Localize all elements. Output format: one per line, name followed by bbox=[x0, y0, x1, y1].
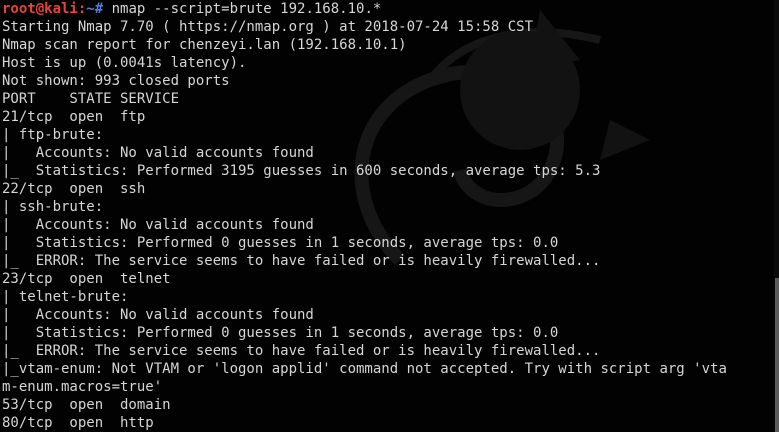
output-line: |_ ERROR: The service seems to have fail… bbox=[2, 253, 601, 269]
output-line: | telnet-brute: bbox=[2, 289, 129, 305]
output-line: 22/tcp open ssh bbox=[2, 181, 146, 197]
scrollbar-thumb[interactable] bbox=[775, 278, 779, 432]
output-line: 53/tcp open domain bbox=[2, 397, 171, 413]
output-line: Not shown: 993 closed ports bbox=[2, 73, 230, 89]
terminal-window[interactable]: root@kali:~# nmap --script=brute 192.168… bbox=[0, 0, 779, 432]
output-line: Nmap scan report for chenzeyi.lan (192.1… bbox=[2, 37, 407, 53]
output-line: | ssh-brute: bbox=[2, 199, 104, 215]
output-line: | Statistics: Performed 0 guesses in 1 s… bbox=[2, 235, 559, 251]
output-line: 80/tcp open http bbox=[2, 415, 154, 431]
output-line: 21/tcp open ftp bbox=[2, 109, 146, 125]
output-line: | Statistics: Performed 0 guesses in 1 s… bbox=[2, 325, 559, 341]
output-line: |_ Statistics: Performed 3195 guesses in… bbox=[2, 163, 601, 179]
output-line: Starting Nmap 7.70 ( https://nmap.org ) … bbox=[2, 19, 534, 35]
prompt-user-host: root@kali bbox=[2, 1, 78, 17]
output-line: |_ ERROR: The service seems to have fail… bbox=[2, 343, 601, 359]
output-line: 23/tcp open telnet bbox=[2, 271, 171, 287]
output-line: | Accounts: No valid accounts found bbox=[2, 307, 314, 323]
output-line: | Accounts: No valid accounts found bbox=[2, 145, 314, 161]
output-line: |_vtam-enum: Not VTAM or 'logon applid' … bbox=[2, 361, 727, 377]
prompt-path: ~# bbox=[86, 1, 104, 17]
command-text: nmap --script=brute 192.168.10.* bbox=[103, 1, 382, 17]
output-line: | Accounts: No valid accounts found bbox=[2, 217, 314, 233]
output-line: Host is up (0.0041s latency). bbox=[2, 55, 247, 71]
output-line: | ftp-brute: bbox=[2, 127, 104, 143]
scrollbar[interactable] bbox=[774, 0, 779, 432]
command-line: root@kali:~# nmap --script=brute 192.168… bbox=[2, 0, 773, 18]
output-line: m-enum.macros=true' bbox=[2, 379, 163, 395]
terminal-output: root@kali:~# nmap --script=brute 192.168… bbox=[2, 0, 773, 432]
output-line: PORT STATE SERVICE bbox=[2, 91, 180, 107]
